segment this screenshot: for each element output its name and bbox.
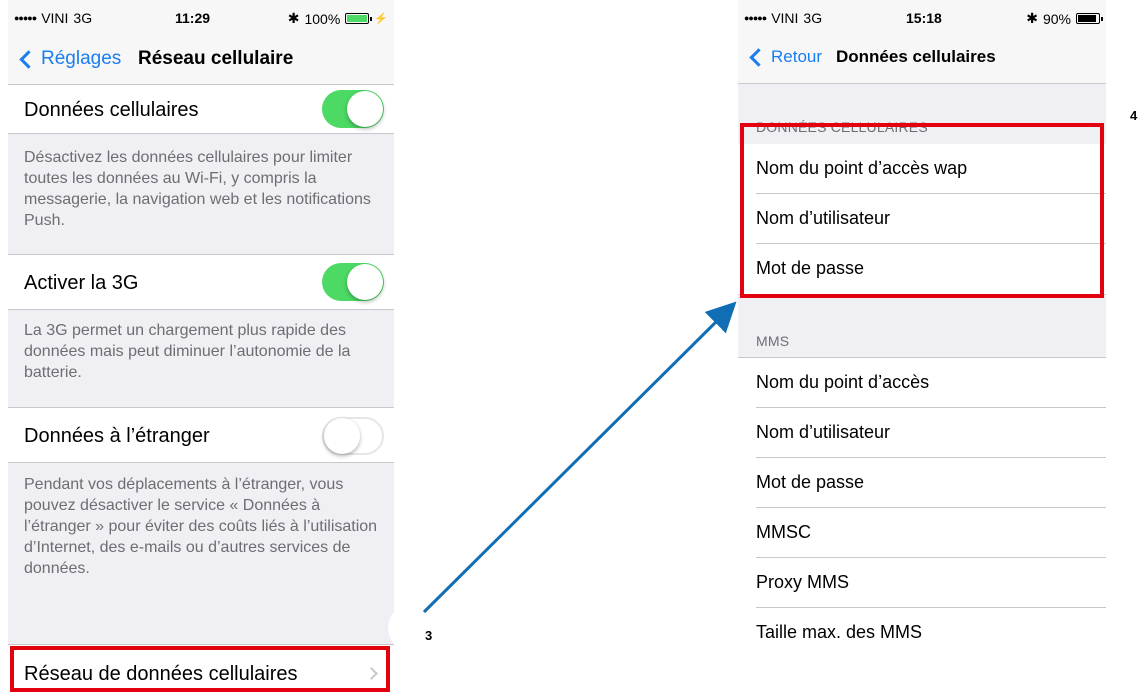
list-item-label: Nom d’utilisateur xyxy=(756,208,891,228)
cellular-data-description: Désactivez les données cellulaires pour … xyxy=(24,149,371,229)
list-item-label: Mot de passe xyxy=(756,472,865,492)
cellular-data-cell: Données cellulaires xyxy=(8,84,394,134)
signal-dots-icon: ●●●●● xyxy=(744,13,767,23)
battery-icon xyxy=(345,13,373,24)
back-label: Retour xyxy=(771,47,823,66)
roaming-description: Pendant vos déplacements à l’étranger, v… xyxy=(24,476,378,577)
right-phone-screen: ●●●●● VINI 3G 15:18 ✱ 90% Retour Données… xyxy=(738,0,1106,693)
list-item-label: Nom du point d’accès xyxy=(756,372,930,392)
chevron-left-icon xyxy=(749,47,768,67)
arrow-line xyxy=(422,301,737,614)
list-item-mms-username[interactable]: Nom d’utilisateur xyxy=(738,408,1106,458)
cellular-section-header-area: DONNÉES CELLULAIRES xyxy=(738,84,1106,144)
battery-icon xyxy=(1076,13,1103,24)
list-item-mms-proxy[interactable]: Proxy MMS xyxy=(738,558,1106,608)
status-bar: ●●●●● VINI 3G 11:29 ✱ 100% ⚡ xyxy=(8,0,394,34)
list-item-mms-password[interactable]: Mot de passe xyxy=(738,458,1106,508)
step-3-label: 3 xyxy=(425,628,433,643)
charging-icon: ⚡ xyxy=(374,13,388,25)
roaming-cell: Données à l’étranger xyxy=(8,407,394,463)
network-type: 3G xyxy=(803,10,823,26)
list-item-label: Mot de passe xyxy=(756,258,865,278)
bluetooth-icon: ✱ xyxy=(287,10,300,26)
back-label: Réglages xyxy=(41,48,122,69)
list-item-label: MMSC xyxy=(756,522,811,542)
left-phone-screen: ●●●●● VINI 3G 11:29 ✱ 100% ⚡ Réglages Ré… xyxy=(8,0,394,693)
carrier-name: VINI xyxy=(41,10,69,26)
enable-3g-toggle[interactable] xyxy=(322,263,384,301)
list-item-label: Proxy MMS xyxy=(756,572,850,592)
list-item-mmsc[interactable]: MMSC xyxy=(738,508,1106,558)
network-type: 3G xyxy=(73,10,93,26)
navigation-bar: Réglages Réseau cellulaire xyxy=(8,34,394,88)
section-header: DONNÉES CELLULAIRES xyxy=(756,119,928,135)
roaming-label: Données à l’étranger xyxy=(24,425,210,447)
status-bar: ●●●●● VINI 3G 15:18 ✱ 90% xyxy=(738,0,1106,34)
cellular-network-label: Réseau de données cellulaires xyxy=(24,663,298,685)
section-header: MMS xyxy=(756,333,790,349)
mms-section-header-area: MMS xyxy=(738,294,1106,358)
back-button[interactable]: Retour xyxy=(748,47,822,67)
enable-3g-label: Activer la 3G xyxy=(24,272,139,294)
battery-percent: 100% xyxy=(304,10,341,27)
list-item-mms-max-size[interactable]: Taille max. des MMS xyxy=(738,608,1106,658)
signal-dots-icon: ●●●●● xyxy=(14,13,37,23)
chevron-right-icon xyxy=(365,667,378,680)
enable-3g-description: La 3G permet un chargement plus rapide d… xyxy=(24,322,351,381)
page-title: Données cellulaires xyxy=(836,47,996,66)
list-item-username[interactable]: Nom d’utilisateur xyxy=(738,194,1106,244)
chevron-left-icon xyxy=(19,49,38,69)
cellular-data-toggle[interactable] xyxy=(322,90,384,128)
list-item-password[interactable]: Mot de passe xyxy=(738,244,1106,294)
back-button[interactable]: Réglages xyxy=(18,48,121,70)
status-time: 11:29 xyxy=(175,10,211,26)
page-title: Réseau cellulaire xyxy=(138,48,294,69)
roaming-toggle[interactable] xyxy=(322,417,384,455)
list-item-label: Nom du point d’accès wap xyxy=(756,158,968,178)
list-item-apn[interactable]: Nom du point d’accès wap xyxy=(738,144,1106,194)
step-4-label: 4 xyxy=(1130,108,1138,123)
list-item-label: Nom d’utilisateur xyxy=(756,422,891,442)
navigation-bar: Retour Données cellulaires xyxy=(738,34,1106,84)
cellular-data-label: Données cellulaires xyxy=(24,99,199,121)
cellular-network-cell[interactable]: Réseau de données cellulaires xyxy=(8,644,394,693)
bluetooth-icon: ✱ xyxy=(1026,10,1038,26)
carrier-name: VINI xyxy=(771,10,799,26)
status-time: 15:18 xyxy=(906,10,942,26)
enable-3g-cell: Activer la 3G xyxy=(8,254,394,310)
list-item-label: Taille max. des MMS xyxy=(756,622,923,642)
list-item-mms-apn[interactable]: Nom du point d’accès xyxy=(738,358,1106,408)
battery-percent: 90% xyxy=(1042,10,1071,27)
